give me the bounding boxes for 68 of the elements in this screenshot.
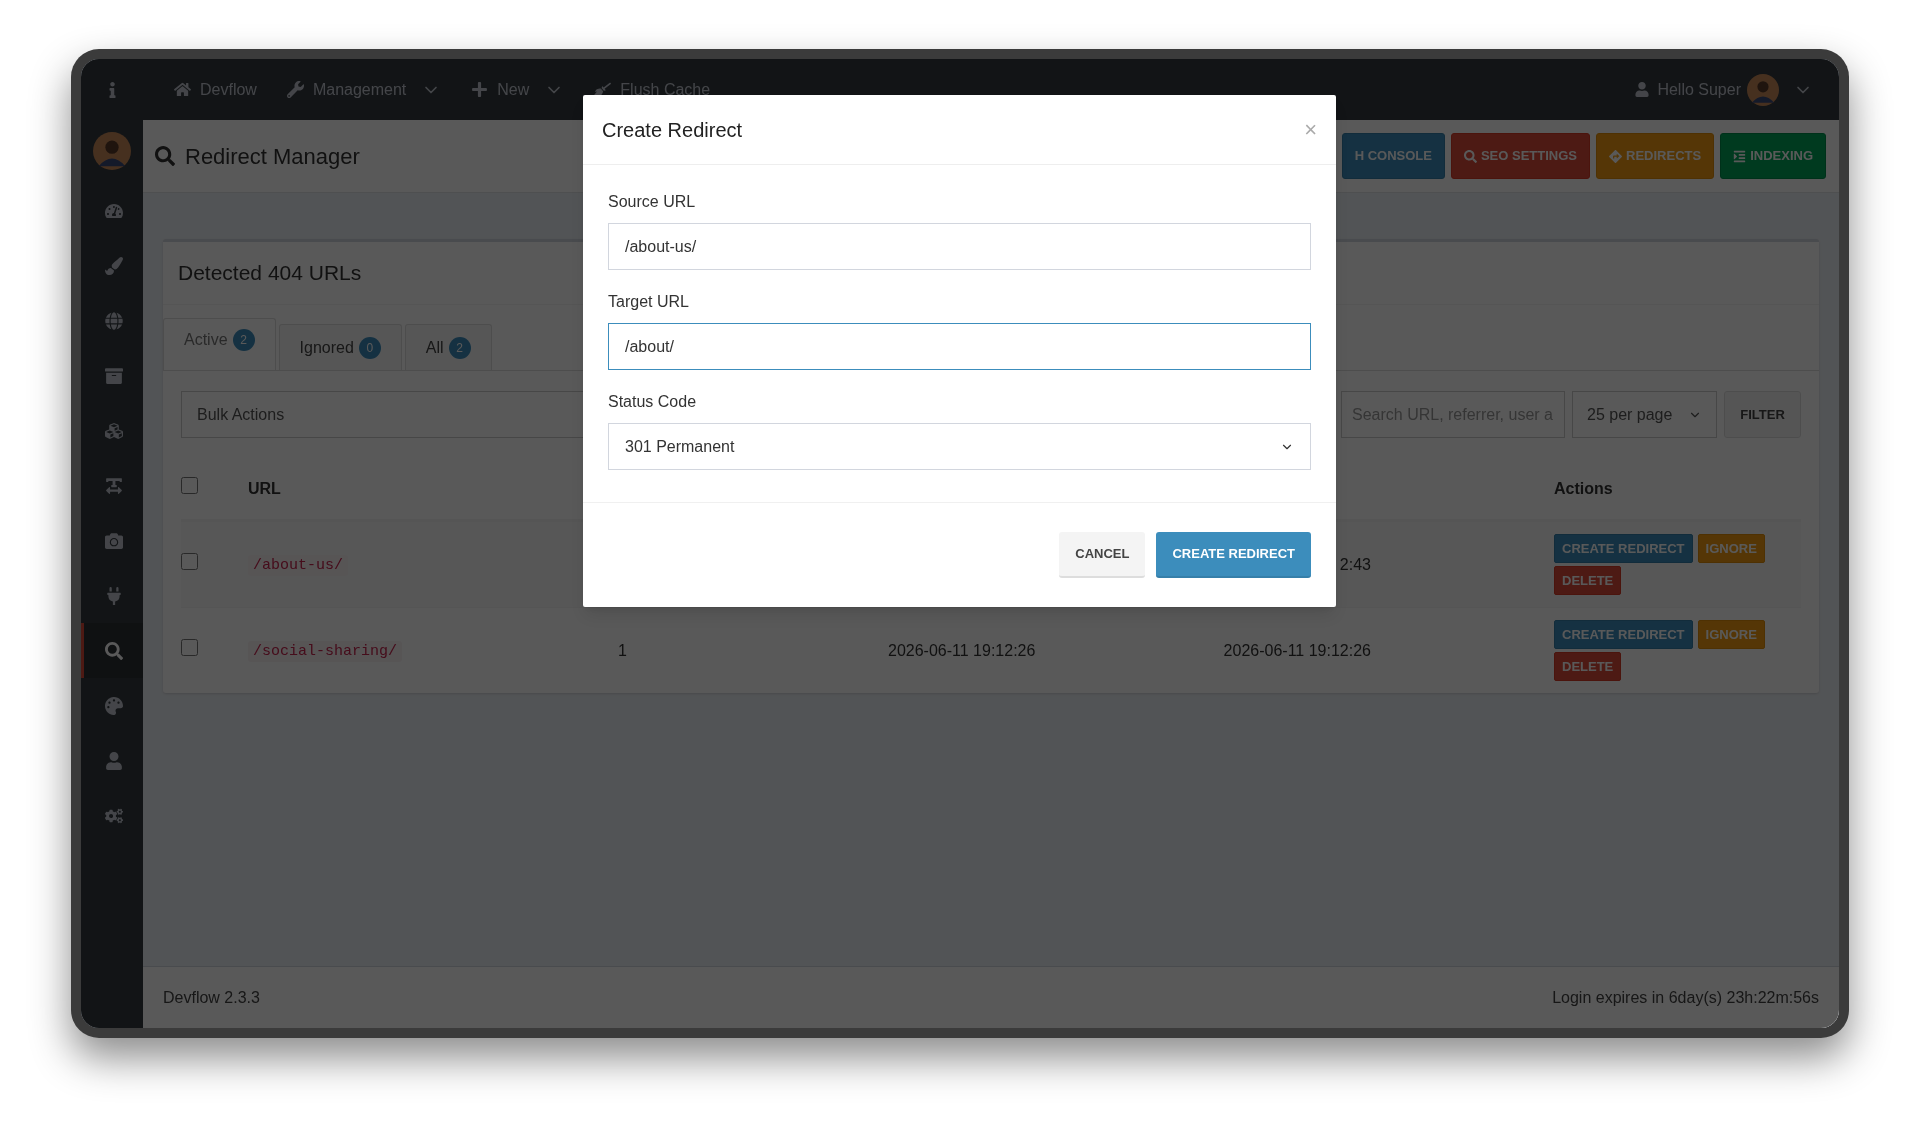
header-button[interactable]: REDIRECTS — [1596, 133, 1715, 179]
globe-icon — [104, 311, 123, 330]
avatar-icon — [1747, 73, 1779, 106]
broom-icon — [594, 81, 612, 98]
table-cell: 2026-06-11 19:12:26 — [888, 641, 1036, 659]
archive-icon — [104, 366, 123, 385]
field-label: Source URL — [608, 192, 697, 212]
info-icon[interactable] — [107, 81, 117, 98]
tab[interactable]: All 2 — [404, 324, 492, 370]
input-field[interactable]: /about-us/ — [608, 223, 1311, 270]
status-select[interactable]: 301 Permanent — [608, 423, 1311, 470]
card-title: Detected 404 URLs — [178, 260, 362, 287]
header-button[interactable]: SEO SETTINGS — [1450, 133, 1591, 179]
count-badge: 2 — [232, 328, 255, 351]
gauge-icon — [104, 201, 123, 220]
header-button[interactable]: INDEXING — [1720, 133, 1826, 179]
field-label: Target URL — [608, 292, 690, 312]
user-icon — [104, 751, 123, 770]
select-all-checkbox[interactable] — [181, 476, 198, 494]
field-label: Status Code — [608, 392, 698, 412]
action-button[interactable]: DELETE — [1554, 566, 1622, 595]
diamond-arrow-icon — [1609, 149, 1623, 163]
camera-icon — [104, 531, 123, 550]
plug-icon — [104, 586, 123, 605]
version-text: Devflow 2.3.3 — [163, 987, 260, 1008]
palette-icon — [104, 696, 123, 715]
close-button[interactable]: × — [1304, 118, 1317, 141]
page-title: Redirect Manager — [185, 142, 360, 171]
action-button[interactable]: CREATE REDIRECT — [1554, 620, 1693, 649]
action-button[interactable]: CREATE REDIRECT — [1554, 534, 1693, 563]
table-cell: 1 — [618, 641, 627, 659]
search-icon — [104, 641, 123, 660]
header-button[interactable]: H CONSOLE — [1341, 133, 1445, 179]
input-field[interactable]: /about/ — [608, 323, 1311, 370]
text-width-icon — [104, 476, 123, 495]
plus-icon — [471, 81, 489, 98]
column-header: URL — [248, 479, 281, 497]
search-icon — [1463, 149, 1477, 163]
cubes-icon — [104, 421, 123, 440]
action-button[interactable]: IGNORE — [1697, 534, 1765, 563]
action-button[interactable]: DELETE — [1554, 652, 1622, 681]
home-icon — [174, 81, 191, 98]
wrench-icon — [286, 81, 304, 98]
avatar-icon — [93, 132, 131, 170]
cancel-button[interactable]: CANCEL — [1059, 532, 1146, 578]
column-header: Actions — [1554, 478, 1613, 499]
modal-title: Create Redirect — [602, 117, 743, 143]
sidebar-item[interactable] — [81, 623, 143, 678]
search-icon — [155, 146, 175, 166]
user-icon — [1635, 82, 1650, 97]
count-badge: 2 — [448, 336, 471, 359]
row-checkbox[interactable] — [181, 638, 198, 656]
url-code: /social-sharing/ — [248, 640, 403, 662]
session-text: Login expires in 6day(s) 23h:22m:56s — [1552, 987, 1819, 1008]
tab-label: All — [425, 337, 444, 358]
per-page-select[interactable]: 25 per page — [1572, 391, 1717, 438]
list-indent-icon — [1733, 149, 1747, 163]
action-button[interactable]: IGNORE — [1697, 620, 1765, 649]
filter-button[interactable]: FILTER — [1724, 391, 1801, 438]
create-redirect-button[interactable]: CREATE REDIRECT — [1156, 532, 1311, 578]
count-badge: 0 — [358, 336, 381, 359]
brush-icon — [104, 256, 123, 275]
row-checkbox[interactable] — [181, 552, 198, 570]
tab[interactable]: Ignored 0 — [278, 324, 402, 370]
table-cell: 2:43 — [1339, 555, 1371, 573]
settings-icon — [104, 806, 123, 825]
table-cell: 2026-06-11 19:12:26 — [1223, 641, 1371, 659]
tab-label: Ignored — [299, 337, 354, 358]
